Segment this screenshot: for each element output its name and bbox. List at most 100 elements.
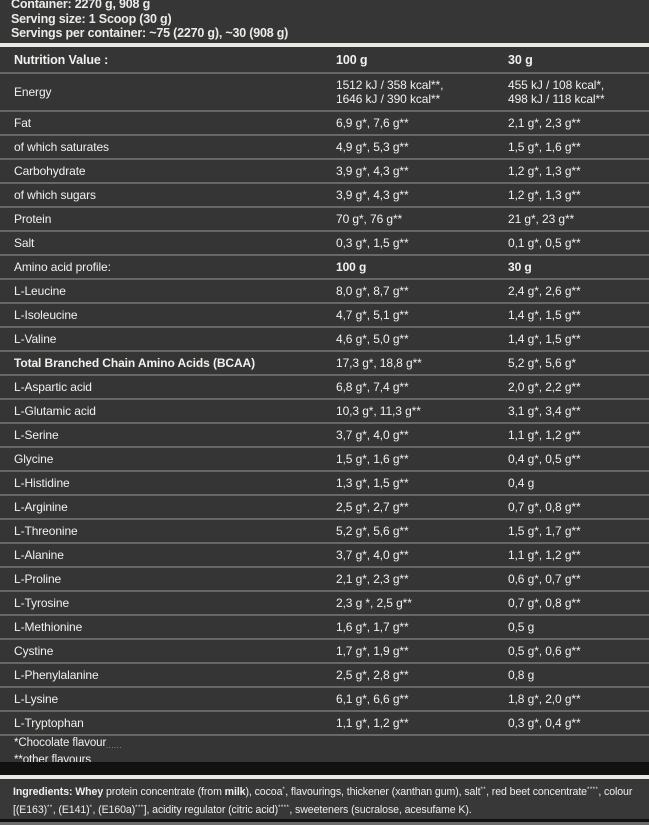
table-header-row: Nutrition Value : 100 g 30 g: [0, 47, 649, 74]
nutrition-table: Nutrition Value : 100 g 30 g Energy1512 …: [0, 47, 649, 762]
table-row: L-Threonine5,2 g*, 5,6 g**1,5 g*, 1,7 g*…: [0, 520, 649, 544]
value-per-30g: 0,7 g*, 0,8 g**: [508, 500, 649, 514]
value-per-100g: 70 g*, 76 g**: [336, 212, 508, 226]
row-label: Glycine: [0, 452, 336, 466]
row-label: L-Serine: [0, 428, 336, 442]
value-per-30g: 1,5 g*, 1,7 g**: [508, 524, 649, 538]
row-label: L-Isoleucine: [0, 308, 336, 322]
value-per-100g: 2,5 g*, 2,8 g**: [336, 668, 508, 682]
column-header-30g: 30 g: [508, 53, 649, 67]
table-row: L-Phenylalanine2,5 g*, 2,8 g**0,8 g: [0, 664, 649, 688]
value-per-30g: 0,5 g: [508, 620, 649, 634]
value-per-100g: 3,7 g*, 4,0 g**: [336, 548, 508, 562]
section-gap: [0, 762, 649, 775]
row-label: Amino acid profile:: [0, 260, 336, 274]
value-per-30g: 0,3 g*, 0,4 g**: [508, 716, 649, 730]
table-row: Cystine1,7 g*, 1,9 g**0,5 g*, 0,6 g**: [0, 640, 649, 664]
value-per-30g: 1,2 g*, 1,3 g**: [508, 164, 649, 178]
value-per-30g: 5,2 g*, 5,6 g*: [508, 356, 649, 370]
value-per-30g: 1,8 g*, 2,0 g**: [508, 692, 649, 706]
table-row: L-Valine4,6 g*, 5,0 g**1,4 g*, 1,5 g**: [0, 328, 649, 352]
value-per-100g: 17,3 g*, 18,8 g**: [336, 356, 508, 370]
ingredient-segment: protein concentrate (from: [103, 786, 225, 798]
table-row: L-Alanine3,7 g*, 4,0 g**1,1 g*, 1,2 g**: [0, 544, 649, 568]
column-header-100g: 100 g: [336, 53, 508, 67]
value-per-30g: 2,1 g*, 2,3 g**: [508, 116, 649, 130]
footnotes: *Chocolate flavour...... **other flavour…: [0, 736, 649, 762]
ingredient-segment: Ingredients: Whey: [13, 786, 103, 798]
table-body: Energy1512 kJ / 358 kcal**,1646 kJ / 390…: [0, 74, 649, 736]
row-label: L-Tryptophan: [0, 716, 336, 730]
row-label: L-Methionine: [0, 620, 336, 634]
row-label: L-Phenylalanine: [0, 668, 336, 682]
table-row: Carbohydrate3,9 g*, 4,3 g**1,2 g*, 1,3 g…: [0, 160, 649, 184]
ingredient-superscript: ****: [278, 805, 289, 811]
value-per-100g: 6,1 g*, 6,6 g**: [336, 692, 508, 706]
row-label: Total Branched Chain Amino Acids (BCAA): [0, 356, 336, 370]
row-label: L-Histidine: [0, 476, 336, 490]
ingredients-text: Ingredients: Whey protein concentrate (f…: [13, 783, 639, 818]
value-per-30g: 2,0 g*, 2,2 g**: [508, 380, 649, 394]
value-per-100g: 3,7 g*, 4,0 g**: [336, 428, 508, 442]
value-per-30g: 21 g*, 23 g**: [508, 212, 649, 226]
row-label: Protein: [0, 212, 336, 226]
value-per-30g: 0,8 g: [508, 668, 649, 682]
value-per-100g: 0,3 g*, 1,5 g**: [336, 236, 508, 250]
value-per-30g: 1,4 g*, 1,5 g**: [508, 332, 649, 346]
value-per-100g: 10,3 g*, 11,3 g**: [336, 404, 508, 418]
row-label: L-Aspartic acid: [0, 380, 336, 394]
row-label: L-Threonine: [0, 524, 336, 538]
value-per-100g: 3,9 g*, 4,3 g**: [336, 164, 508, 178]
ingredient-superscript: ***: [135, 805, 144, 811]
ingredient-segment: , red beet concentrate: [486, 786, 587, 798]
ingredient-segment: ], acidity regulator (citric acid): [144, 804, 278, 816]
table-row: Energy1512 kJ / 358 kcal**,1646 kJ / 390…: [0, 74, 649, 112]
value-per-30g: 0,6 g*, 0,7 g**: [508, 572, 649, 586]
table-row: L-Proline2,1 g*, 2,3 g**0,6 g*, 0,7 g**: [0, 568, 649, 592]
value-per-30g: 0,1 g*, 0,5 g**: [508, 236, 649, 250]
value-per-100g: 1,7 g*, 1,9 g**: [336, 644, 508, 658]
servings-per-container-line: Servings per container: ~75 (2270 g), ~3…: [11, 26, 649, 41]
row-label: L-Glutamic acid: [0, 404, 336, 418]
table-row: L-Methionine1,6 g*, 1,7 g**0,5 g: [0, 616, 649, 640]
value-per-30g: 3,1 g*, 3,4 g**: [508, 404, 649, 418]
value-per-100g: 4,9 g*, 5,3 g**: [336, 140, 508, 154]
ingredient-segment: , (E141): [53, 804, 90, 816]
ingredient-segment: , (E160a): [92, 804, 135, 816]
table-row: Glycine1,5 g*, 1,6 g**0,4 g*, 0,5 g**: [0, 448, 649, 472]
table-row: L-Glutamic acid10,3 g*, 11,3 g**3,1 g*, …: [0, 400, 649, 424]
row-label: L-Lysine: [0, 692, 336, 706]
nutrition-label: Container: 2270 g, 908 g Serving size: 1…: [0, 0, 649, 825]
value-per-30g: 1,2 g*, 1,3 g**: [508, 188, 649, 202]
serving-size-line: Serving size: 1 Scoop (30 g): [11, 12, 649, 27]
table-row: L-Tryptophan1,1 g*, 1,2 g**0,3 g*, 0,4 g…: [0, 712, 649, 736]
row-label: of which sugars: [0, 188, 336, 202]
table-row: L-Histidine1,3 g*, 1,5 g**0,4 g: [0, 472, 649, 496]
bottom-strip: [0, 819, 649, 825]
container-line: Container: 2270 g, 908 g: [11, 0, 649, 12]
row-label: of which saturates: [0, 140, 336, 154]
value-per-100g: 2,1 g*, 2,3 g**: [336, 572, 508, 586]
value-per-100g: 5,2 g*, 5,6 g**: [336, 524, 508, 538]
row-label: Carbohydrate: [0, 164, 336, 178]
table-row: L-Aspartic acid6,8 g*, 7,4 g**2,0 g*, 2,…: [0, 376, 649, 400]
table-row: L-Tyrosine2,3 g *, 2,5 g**0,7 g*, 0,8 g*…: [0, 592, 649, 616]
table-row: L-Serine3,7 g*, 4,0 g**1,1 g*, 1,2 g**: [0, 424, 649, 448]
footnote-tiny-marks: ......: [106, 744, 122, 750]
container-info: Container: 2270 g, 908 g Serving size: 1…: [0, 0, 649, 43]
value-per-100g: 8,0 g*, 8,7 g**: [336, 284, 508, 298]
table-row: Protein70 g*, 76 g**21 g*, 23 g**: [0, 208, 649, 232]
row-label: Salt: [0, 236, 336, 250]
value-per-100g: 6,8 g*, 7,4 g**: [336, 380, 508, 394]
value-per-100g: 1512 kJ / 358 kcal**,1646 kJ / 390 kcal*…: [336, 78, 508, 106]
table-row: Total Branched Chain Amino Acids (BCAA)1…: [0, 352, 649, 376]
value-per-100g: 2,3 g *, 2,5 g**: [336, 596, 508, 610]
ingredient-segment: , flavourings, thickener (xanthan gum), …: [285, 786, 480, 798]
footnote-chocolate-flavour: *Chocolate flavour......: [14, 737, 649, 754]
value-per-30g: 0,5 g*, 0,6 g**: [508, 644, 649, 658]
row-label: L-Tyrosine: [0, 596, 336, 610]
value-per-30g: 455 kJ / 108 kcal*,498 kJ / 118 kcal**: [508, 78, 649, 106]
row-label: Energy: [0, 85, 336, 99]
row-label: L-Arginine: [0, 500, 336, 514]
table-row: Fat6,9 g*, 7,6 g**2,1 g*, 2,3 g**: [0, 112, 649, 136]
